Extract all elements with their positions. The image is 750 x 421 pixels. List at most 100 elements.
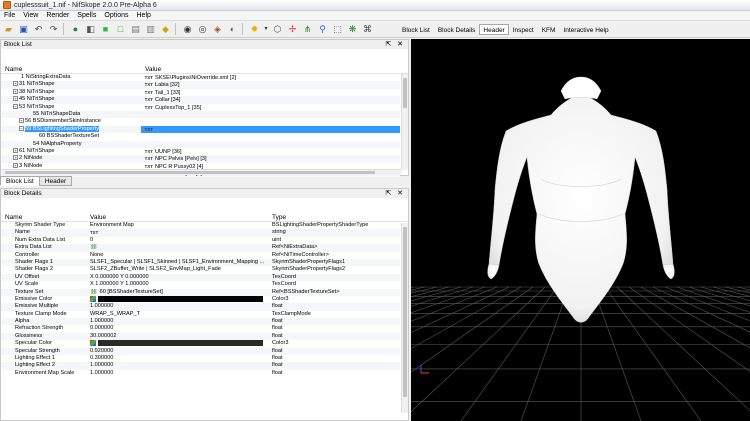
detail-row[interactable]: Shader Flags 1 SLSF1_Specular | SLSF1_Ski… [1, 258, 400, 267]
tree-row[interactable]: 54 NiAlphaProperty [1, 140, 400, 148]
collapse-icon[interactable]: − [19, 125, 24, 131]
detail-row[interactable]: Lighting Effect 1 0.300000 float [1, 355, 400, 362]
expand-icon[interactable]: + [13, 81, 18, 87]
color-swatch[interactable] [98, 295, 263, 302]
cube-outline-icon[interactable]: □ [114, 23, 127, 36]
menu-spells[interactable]: Spells [73, 12, 100, 19]
menu-file[interactable]: File [0, 12, 19, 19]
select-icon[interactable]: ◧ [84, 23, 97, 36]
menu-options[interactable]: Options [100, 12, 132, 19]
detail-value-cell[interactable]: TXT [86, 229, 268, 236]
detail-row[interactable]: Specular Strength 0.920000 float [1, 347, 400, 356]
col-value[interactable]: Value [86, 214, 268, 221]
globe-icon[interactable]: ● [69, 23, 82, 36]
skeleton-icon[interactable]: ⚲ [316, 23, 329, 36]
panel-controls[interactable]: ⇱ ✕ [385, 40, 405, 48]
redo-icon[interactable]: ↷ [47, 23, 60, 36]
tab-block-list[interactable]: Block List [398, 24, 434, 35]
tree-row[interactable]: 1 NiStringExtraData TXT SKSE\Plugins\NiOve… [1, 74, 400, 81]
col-type[interactable]: Type [268, 214, 398, 221]
detail-row[interactable]: Glossiness 30.000002 float [1, 332, 400, 341]
nodes-icon[interactable]: ⋔ [301, 23, 314, 36]
box-icon[interactable]: ▤ [129, 23, 142, 36]
texture-eye-icon[interactable]: ◎ [196, 23, 209, 36]
detail-value-cell[interactable]: X 1.000000 Y 1.000000 [86, 281, 268, 288]
detail-row[interactable]: Num Extra Data List 0 uint [1, 237, 400, 244]
detail-value-cell[interactable] [86, 340, 268, 347]
tab-bottom-header[interactable]: Header [38, 176, 73, 186]
chevron-down-icon[interactable]: ▾ [263, 23, 269, 36]
detail-row[interactable]: Refraction Strength 0.000000 float [1, 325, 400, 332]
wireframe-icon[interactable]: ⬡ [271, 23, 284, 36]
tab-bottom-block-list[interactable]: Block List [0, 176, 40, 186]
expand-icon[interactable]: + [13, 155, 18, 161]
box2-icon[interactable]: ▥ [144, 23, 157, 36]
detail-row[interactable]: Specular Color Color3 [1, 340, 400, 347]
tree-row[interactable]: 60 BSShaderTextureSet [1, 133, 400, 140]
detail-row[interactable]: Extra Data List ⛓ Ref<NiExtraData> [1, 244, 400, 252]
detail-row[interactable]: Controller None Ref<NiTimeController> [1, 252, 400, 259]
detail-value-cell[interactable]: 0.920000 [86, 348, 268, 355]
detail-value-cell[interactable]: 1.000000 [86, 370, 268, 377]
hscroll-thumb[interactable] [5, 171, 375, 174]
detail-row[interactable]: Texture Clamp Mode WRAP_S_WRAP_T TexClampM… [1, 311, 400, 318]
detail-value-cell[interactable]: 0 [86, 237, 268, 244]
menu-render[interactable]: Render [42, 12, 73, 19]
detail-value-cell[interactable] [86, 295, 268, 303]
tab-kfm[interactable]: KFM [538, 24, 560, 35]
scroll-thumb[interactable] [403, 227, 407, 397]
tree-row[interactable]: −59 BSLightingShaderProperty TXT [1, 125, 400, 134]
detail-row[interactable]: Skyrim Shader Type Environment Map BSLight… [1, 222, 400, 229]
camera-icon[interactable]: ⌘ [361, 23, 374, 36]
color-picker-icon[interactable] [90, 340, 96, 347]
expand-icon[interactable]: + [13, 96, 18, 102]
detail-value-cell[interactable]: 30.000002 [86, 333, 268, 340]
detail-row[interactable]: Texture Set ⛓ 60 [BSShaderTextureSet] Ref<B… [1, 288, 400, 296]
expand-icon[interactable]: + [19, 118, 24, 124]
detail-value-cell[interactable]: SLSF1_Specular | SLSF1_Skinned | SLSF1_E… [86, 259, 268, 266]
lighting-icon[interactable]: ◐ [226, 23, 239, 36]
block-list-scrollbar[interactable] [401, 74, 408, 170]
tree-row[interactable]: −53 NiTriShape TXT CuplessTop_1 [35] [1, 104, 400, 111]
tree-row[interactable]: +61 NiTriShape TXT UUNP [36] [1, 148, 400, 155]
expand-icon[interactable]: + [13, 162, 18, 168]
col-name[interactable]: Name [1, 66, 141, 73]
detail-value-cell[interactable]: 0.000000 [86, 325, 268, 332]
detail-value-cell[interactable]: Environment Map [86, 222, 268, 229]
col-value[interactable]: Value [141, 66, 401, 73]
detail-value-cell[interactable]: ⛓ 60 [BSShaderTextureSet] [86, 289, 268, 296]
cube-yellow-icon[interactable]: ◆ [159, 23, 172, 36]
tree-row[interactable]: +45 NiTriShape TXT Collar [34] [1, 96, 400, 104]
detail-row[interactable]: Environment Map Scale 1.000000 float [1, 370, 400, 377]
menu-view[interactable]: View [19, 12, 42, 19]
detail-value-cell[interactable]: X 0.000000 Y 0.000000 [86, 274, 268, 281]
block-details-scrollbar[interactable] [401, 223, 408, 413]
save-icon[interactable]: ▣ [17, 23, 30, 36]
detail-row[interactable]: Emissive Color Color3 [1, 295, 400, 303]
tree-row[interactable]: 55 NiTriShapeData [1, 110, 400, 119]
tab-inspect[interactable]: Inspect [509, 24, 538, 35]
tab-header[interactable]: Header [479, 24, 509, 35]
detail-row[interactable]: Lighting Effect 2 1.000000 float [1, 362, 400, 370]
collapse-icon[interactable]: − [13, 103, 18, 109]
open-icon[interactable]: ▰ [2, 23, 15, 36]
detail-value-cell[interactable]: WRAP_S_WRAP_T [86, 311, 268, 318]
panel-controls[interactable]: ⇱ ✕ [385, 189, 405, 197]
undo-icon[interactable]: ↶ [32, 23, 45, 36]
scroll-thumb[interactable] [403, 78, 407, 108]
detail-row[interactable]: UV Scale X 1.000000 Y 1.000000 TexCoord [1, 281, 400, 288]
detail-value-cell[interactable]: 1.000000 [86, 303, 268, 310]
tab-block-details[interactable]: Block Details [434, 24, 480, 35]
detail-value-cell[interactable]: 1.000000 [86, 318, 268, 325]
tree-row[interactable]: +38 NiTriShape TXT Tail_1 [33] [1, 89, 400, 96]
tree-row[interactable]: +31 NiTriShape TXT Labia [32] [1, 81, 400, 89]
detail-row[interactable]: UV Offset X 0.000000 Y 0.000000 TexCoord [1, 273, 400, 282]
tree-row[interactable]: +2 NiNode TXT NPC Pelvis [Pelv] [3] [1, 155, 400, 163]
detail-value-cell[interactable]: None [86, 252, 268, 259]
color-swatch[interactable] [98, 340, 263, 347]
eye-icon[interactable]: ◉ [181, 23, 194, 36]
tree-row[interactable]: +56 BSDismemberSkinInstance [1, 118, 400, 125]
expand-icon[interactable]: + [13, 88, 18, 94]
cube-icon[interactable]: ■ [99, 23, 112, 36]
detail-row[interactable]: Emissive Multiple 1.000000 float [1, 303, 400, 311]
